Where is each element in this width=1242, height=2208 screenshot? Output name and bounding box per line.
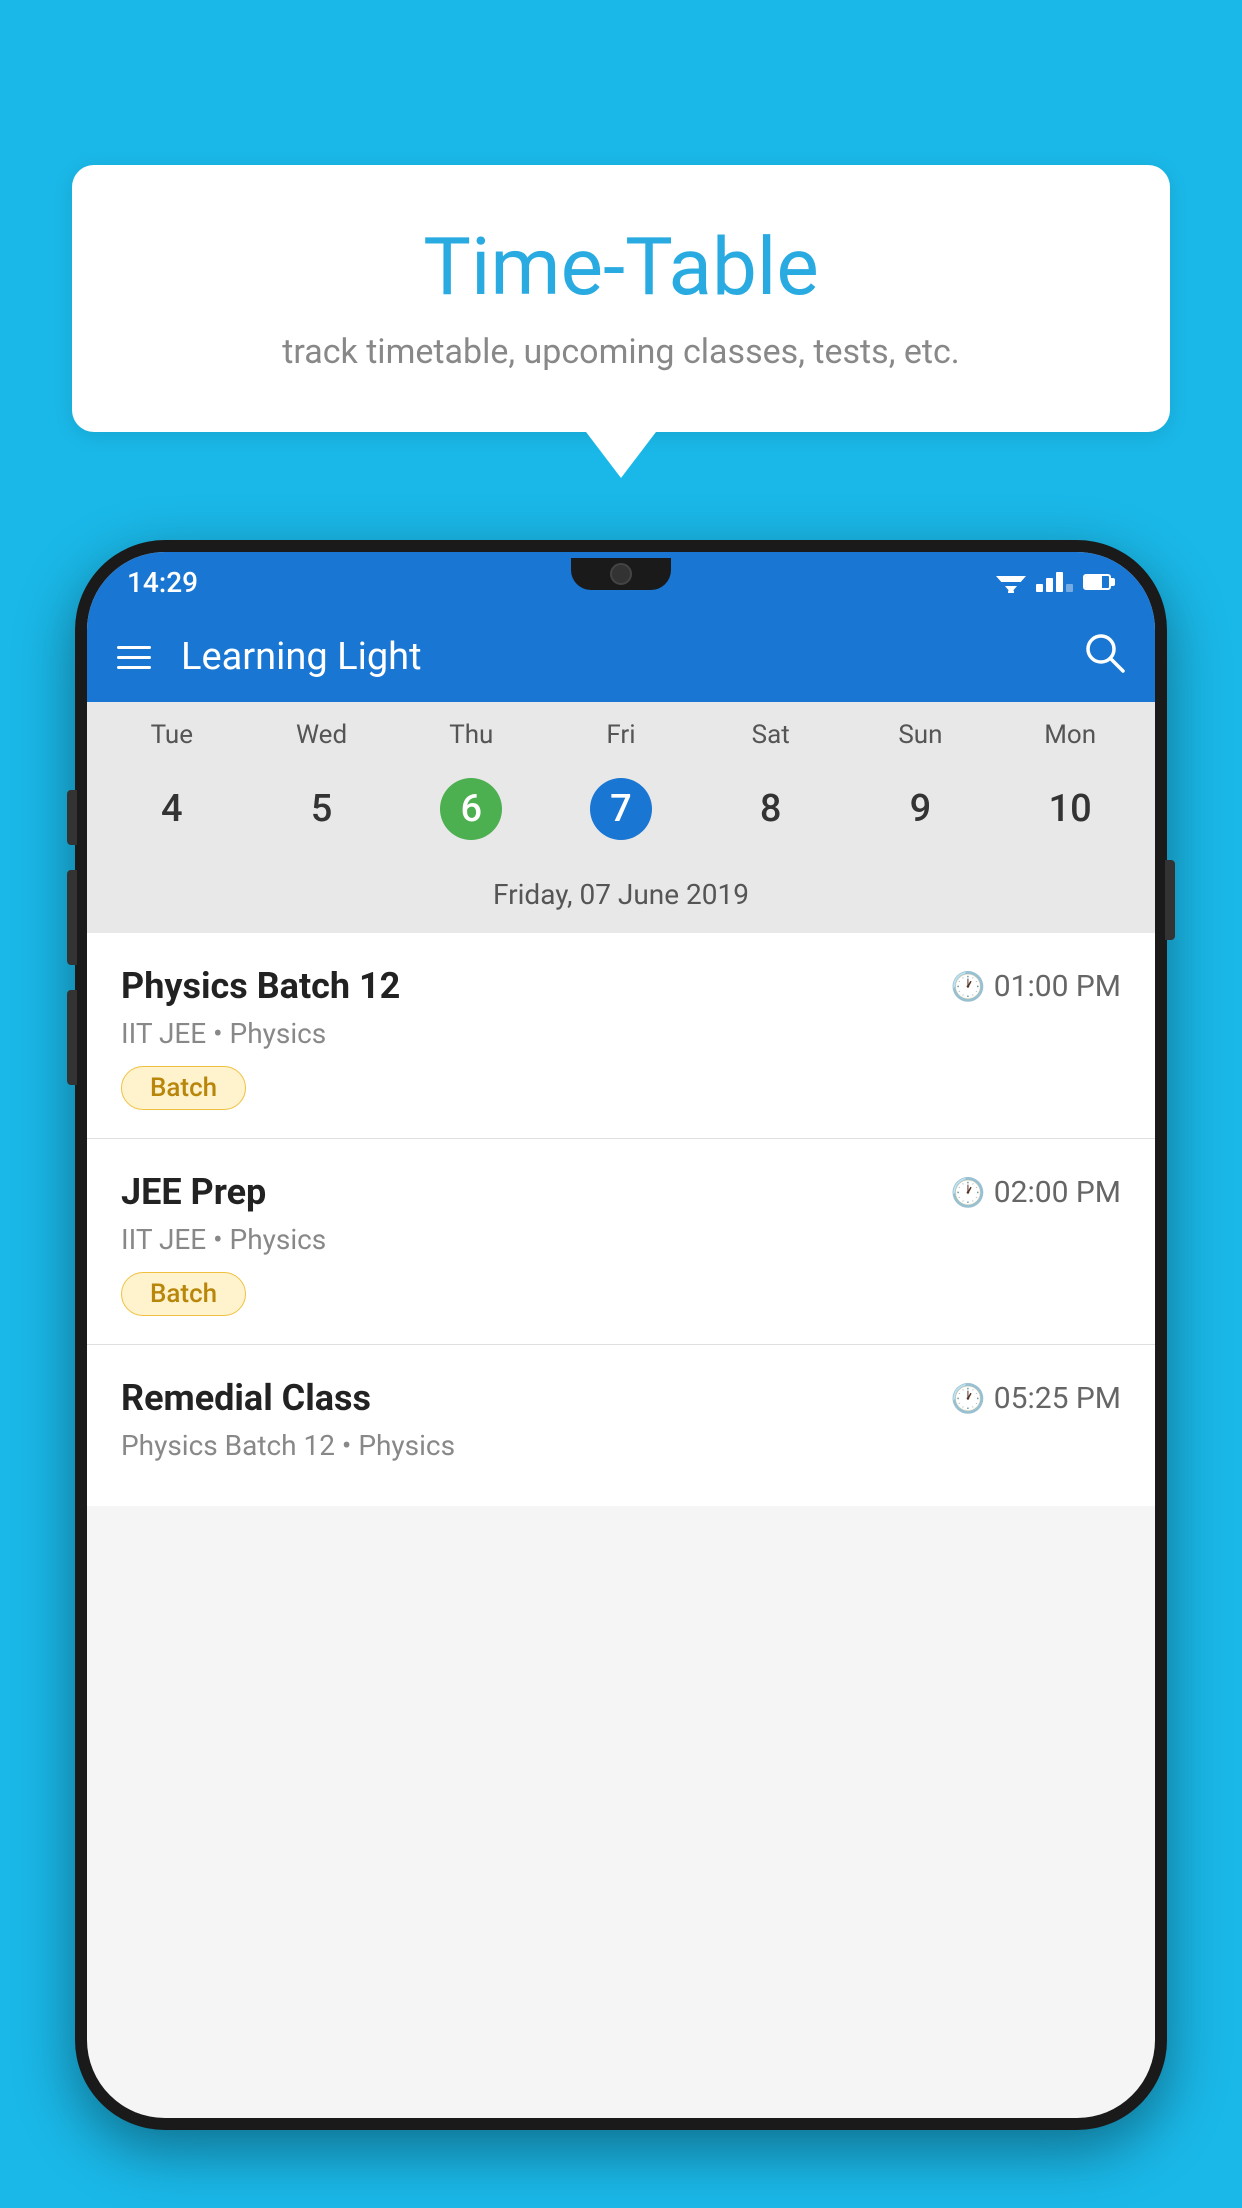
search-button[interactable] bbox=[1083, 631, 1125, 684]
day-header-tue: Tue bbox=[97, 720, 247, 750]
selected-date-label: Friday, 07 June 2019 bbox=[87, 870, 1155, 933]
day-circle-10: 10 bbox=[1039, 778, 1101, 840]
day-circle-7: 7 bbox=[590, 778, 652, 840]
calendar-section: Tue Wed Thu Fri Sat Sun Mon 4 5 6 7 8 9 … bbox=[87, 702, 1155, 933]
class-time-text-1: 02:00 PM bbox=[994, 1175, 1121, 1210]
phone-silent-button bbox=[67, 990, 77, 1085]
phone-screen: 14:29 bbox=[87, 552, 1155, 2118]
class-meta-0: IIT JEE • Physics bbox=[121, 1017, 1121, 1050]
battery-icon bbox=[1083, 574, 1115, 590]
status-icons bbox=[996, 571, 1115, 593]
menu-line-1 bbox=[117, 646, 151, 649]
class-name-1: JEE Prep bbox=[121, 1171, 266, 1213]
phone-volume-down-button bbox=[67, 870, 77, 965]
clock-icon-1: 🕐 bbox=[951, 1176, 986, 1209]
phone-notch bbox=[571, 558, 671, 590]
class-item-header-2: Remedial Class 🕐 05:25 PM bbox=[121, 1377, 1121, 1419]
class-time-2: 🕐 05:25 PM bbox=[951, 1381, 1121, 1416]
menu-icon[interactable] bbox=[117, 646, 151, 669]
menu-line-2 bbox=[117, 656, 151, 659]
day-header-sun: Sun bbox=[846, 720, 996, 750]
day-header-wed: Wed bbox=[247, 720, 397, 750]
batch-badge-1: Batch bbox=[121, 1272, 246, 1316]
class-item-1[interactable]: JEE Prep 🕐 02:00 PM IIT JEE • Physics Ba… bbox=[87, 1139, 1155, 1345]
class-name-0: Physics Batch 12 bbox=[121, 965, 400, 1007]
day-circle-6: 6 bbox=[440, 778, 502, 840]
class-time-0: 🕐 01:00 PM bbox=[951, 969, 1121, 1004]
day-7[interactable]: 7 bbox=[546, 766, 696, 852]
day-circle-4: 4 bbox=[141, 778, 203, 840]
phone-container: 14:29 bbox=[75, 540, 1167, 2208]
day-headers: Tue Wed Thu Fri Sat Sun Mon bbox=[87, 702, 1155, 758]
day-10[interactable]: 10 bbox=[995, 766, 1145, 852]
day-circle-9: 9 bbox=[889, 778, 951, 840]
class-item-header-1: JEE Prep 🕐 02:00 PM bbox=[121, 1171, 1121, 1213]
day-numbers: 4 5 6 7 8 9 10 bbox=[87, 758, 1155, 870]
batch-badge-0: Batch bbox=[121, 1066, 246, 1110]
day-5[interactable]: 5 bbox=[247, 766, 397, 852]
class-item-header-0: Physics Batch 12 🕐 01:00 PM bbox=[121, 965, 1121, 1007]
day-header-mon: Mon bbox=[995, 720, 1145, 750]
phone-outer: 14:29 bbox=[75, 540, 1167, 2130]
speech-bubble: Time-Table track timetable, upcoming cla… bbox=[72, 165, 1170, 432]
class-time-text-2: 05:25 PM bbox=[994, 1381, 1121, 1416]
day-header-thu: Thu bbox=[396, 720, 546, 750]
class-meta-1: IIT JEE • Physics bbox=[121, 1223, 1121, 1256]
app-title: Learning Light bbox=[181, 635, 1083, 679]
phone-power-button bbox=[1165, 860, 1175, 940]
day-6[interactable]: 6 bbox=[396, 766, 546, 852]
class-time-text-0: 01:00 PM bbox=[994, 969, 1121, 1004]
day-9[interactable]: 9 bbox=[846, 766, 996, 852]
clock-icon-0: 🕐 bbox=[951, 970, 986, 1003]
day-header-sat: Sat bbox=[696, 720, 846, 750]
bubble-title: Time-Table bbox=[132, 220, 1110, 314]
phone-camera bbox=[610, 563, 632, 585]
class-list: Physics Batch 12 🕐 01:00 PM IIT JEE • Ph… bbox=[87, 933, 1155, 1506]
signal-icon bbox=[1036, 572, 1073, 592]
status-time: 14:29 bbox=[127, 566, 198, 599]
class-time-1: 🕐 02:00 PM bbox=[951, 1175, 1121, 1210]
bubble-subtitle: track timetable, upcoming classes, tests… bbox=[132, 332, 1110, 372]
app-bar: Learning Light bbox=[87, 612, 1155, 702]
wifi-icon bbox=[996, 571, 1026, 593]
menu-line-3 bbox=[117, 666, 151, 669]
day-header-fri: Fri bbox=[546, 720, 696, 750]
day-circle-5: 5 bbox=[291, 778, 353, 840]
class-item-0[interactable]: Physics Batch 12 🕐 01:00 PM IIT JEE • Ph… bbox=[87, 933, 1155, 1139]
class-meta-2: Physics Batch 12 • Physics bbox=[121, 1429, 1121, 1462]
class-item-2[interactable]: Remedial Class 🕐 05:25 PM Physics Batch … bbox=[87, 1345, 1155, 1506]
day-circle-8: 8 bbox=[740, 778, 802, 840]
day-4[interactable]: 4 bbox=[97, 766, 247, 852]
day-8[interactable]: 8 bbox=[696, 766, 846, 852]
class-name-2: Remedial Class bbox=[121, 1377, 371, 1419]
phone-volume-up-button bbox=[67, 790, 77, 845]
clock-icon-2: 🕐 bbox=[951, 1382, 986, 1415]
